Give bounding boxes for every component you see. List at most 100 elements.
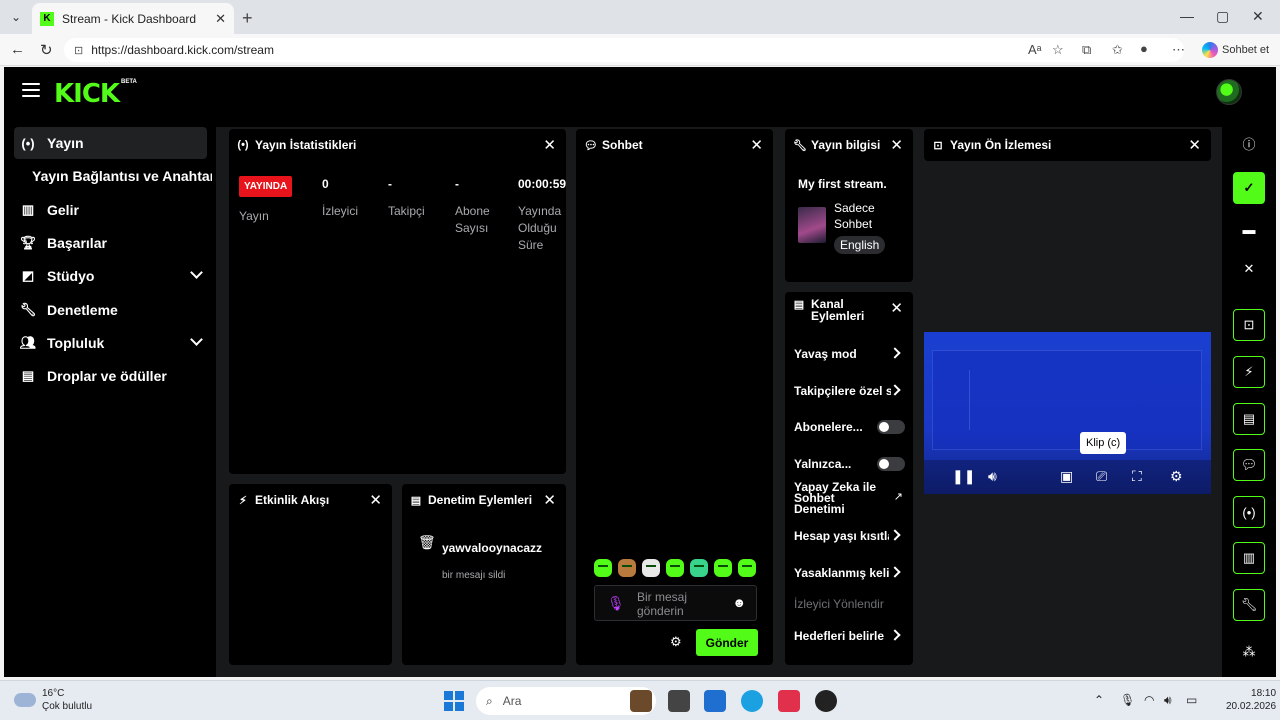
- chat-widget-icon[interactable]: 💬︎: [1233, 449, 1265, 481]
- sidebar-item-stream-key[interactable]: Yayın Bağlantısı ve Anahtarı: [32, 160, 212, 192]
- settings-gear-icon[interactable]: ⚙︎: [1170, 468, 1183, 485]
- emote-icon[interactable]: [642, 559, 660, 577]
- action-banned-words[interactable]: Yasaklanmış kelimeler: [794, 566, 889, 580]
- emote-icon[interactable]: [714, 559, 732, 577]
- tab-close-icon[interactable]: ✕: [215, 11, 226, 27]
- chevron-right-icon[interactable]: [889, 529, 901, 541]
- action-slow-mode[interactable]: Yavaş mod: [794, 347, 894, 361]
- close-icon[interactable]: ✕: [543, 136, 556, 154]
- preview-widget-icon[interactable]: ⊡: [1233, 309, 1265, 341]
- external-link-icon[interactable]: ↗: [894, 490, 903, 503]
- close-icon[interactable]: ✕: [890, 299, 903, 317]
- favorite-star-icon[interactable]: ☆: [1052, 42, 1064, 58]
- subscribers-toggle[interactable]: [877, 420, 905, 434]
- chevron-right-icon[interactable]: [889, 629, 901, 641]
- sidebar-item-denetleme[interactable]: 🔧︎ Denetleme: [14, 294, 207, 326]
- viewers-value: 0: [322, 177, 329, 191]
- action-set-goals[interactable]: Hedefleri belirle: [794, 629, 886, 643]
- sidebar-item-gelir[interactable]: ▥ Gelir: [14, 194, 207, 226]
- emote-icon[interactable]: [690, 559, 708, 577]
- info-icon[interactable]: ⓘ: [1233, 127, 1265, 159]
- fullscreen-icon[interactable]: ⛶: [1132, 468, 1142, 485]
- chevron-right-icon[interactable]: [889, 384, 901, 396]
- action-ai-moderation[interactable]: Yapay Zeka ile Sohbet Denetimi: [794, 481, 884, 515]
- layout-icon[interactable]: ▬: [1233, 213, 1265, 245]
- close-icon[interactable]: ✕: [369, 491, 382, 509]
- tray-chevron-up-icon[interactable]: ⌃: [1094, 693, 1104, 707]
- channel-actions-widget-icon[interactable]: ▥: [1233, 542, 1265, 574]
- category-name[interactable]: Sadece Sohbet: [834, 200, 894, 232]
- close-icon[interactable]: ✕: [1188, 136, 1201, 154]
- hamburger-menu-icon[interactable]: [22, 83, 40, 97]
- read-aloud-icon[interactable]: Aᵃ: [1028, 42, 1042, 57]
- sidebar-item-topluluk[interactable]: 👥︎ Topluluk: [14, 327, 207, 359]
- taskbar-search[interactable]: ⌕ Ara: [476, 687, 656, 715]
- action-account-age[interactable]: Hesap yaşı kısıtlaması: [794, 529, 889, 543]
- user-avatar[interactable]: [1216, 79, 1242, 105]
- weather-widget[interactable]: 16°C Çok bulutlu: [14, 687, 92, 713]
- close-layout-icon[interactable]: ✕: [1233, 253, 1265, 285]
- broadcast-widget-icon[interactable]: (•): [1233, 496, 1265, 528]
- emoji-icon[interactable]: ☻: [732, 595, 746, 610]
- store-icon[interactable]: [704, 690, 726, 712]
- volume-icon[interactable]: 🔊︎: [988, 468, 997, 485]
- emote-icon[interactable]: [738, 559, 756, 577]
- taskbar-clock[interactable]: 18:10 20.02.2026: [1226, 687, 1276, 713]
- close-icon[interactable]: ✕: [890, 136, 903, 154]
- check-button[interactable]: ✓: [1233, 172, 1265, 204]
- tab-menu-chevron-icon[interactable]: ⌄: [4, 5, 28, 29]
- battery-icon[interactable]: ▭: [1186, 693, 1197, 707]
- minimize-icon[interactable]: —: [1180, 8, 1194, 24]
- sidebar-item-droplar[interactable]: ▤ Droplar ve ödüller: [14, 360, 207, 392]
- maximize-icon[interactable]: ▢: [1216, 8, 1229, 25]
- file-explorer-icon[interactable]: [668, 690, 690, 712]
- pause-icon[interactable]: ❚❚: [952, 468, 975, 485]
- window-close-icon[interactable]: ✕: [1252, 8, 1264, 25]
- copilot-button[interactable]: Sohbet et: [1198, 38, 1274, 62]
- microphone-icon[interactable]: 🎙︎: [607, 595, 625, 612]
- only-toggle[interactable]: [877, 457, 905, 471]
- send-button[interactable]: Gönder: [696, 629, 758, 656]
- browser-tab[interactable]: K Stream - Kick Dashboard ✕: [32, 3, 234, 34]
- taskbar-app-icon[interactable]: [630, 690, 652, 712]
- sidebar-item-studyo[interactable]: ◩ Stüdyo: [14, 260, 207, 292]
- lightning-widget-icon[interactable]: ⚡︎: [1233, 356, 1265, 388]
- profile-icon[interactable]: ●: [1140, 41, 1148, 56]
- chat-message-input[interactable]: 🎙︎ Bir mesaj gönderin ☻: [594, 585, 757, 621]
- more-menu-icon[interactable]: ⋯: [1172, 42, 1185, 58]
- speaker-icon[interactable]: 🔊︎: [1164, 693, 1172, 708]
- sidebar-item-yayin[interactable]: (•) Yayın: [14, 127, 207, 159]
- mod-entry-user[interactable]: yawvalooynacazz: [442, 541, 554, 555]
- obs-icon[interactable]: [815, 690, 837, 712]
- pocket-icon[interactable]: [778, 690, 800, 712]
- clip-icon[interactable]: ⎚: [1096, 468, 1107, 485]
- extensions-icon[interactable]: ⧉: [1082, 42, 1091, 58]
- trophy-icon: 🏆︎: [19, 235, 37, 250]
- close-icon[interactable]: ✕: [543, 491, 556, 509]
- new-tab-plus-icon[interactable]: +: [242, 8, 253, 29]
- windows-start-icon[interactable]: [444, 691, 464, 711]
- stream-preview-video[interactable]: ❚❚ 🔊︎ ▣ ⎚ ⛶ ⚙︎: [924, 332, 1211, 494]
- apps-icon[interactable]: ⁂: [1233, 636, 1265, 668]
- chat-settings-gear-icon[interactable]: ⚙︎: [670, 634, 682, 650]
- theater-mode-icon[interactable]: ▣: [1060, 468, 1073, 485]
- kick-logo[interactable]: KICK: [54, 79, 120, 109]
- back-arrow-icon[interactable]: ←: [10, 41, 25, 58]
- site-info-icon[interactable]: ⊡: [74, 44, 83, 57]
- sidebar-item-basarilar[interactable]: 🏆︎ Başarılar: [14, 227, 207, 259]
- chevron-right-icon[interactable]: [889, 566, 901, 578]
- search-placeholder: Ara: [502, 694, 522, 708]
- favorites-icon[interactable]: ✩: [1112, 42, 1123, 58]
- action-followers-only[interactable]: Takipçilere özel sohbet: [794, 384, 891, 398]
- emote-icon[interactable]: [618, 559, 636, 577]
- emote-icon[interactable]: [594, 559, 612, 577]
- edge-icon[interactable]: [741, 690, 763, 712]
- wrench-widget-icon[interactable]: 🔧︎: [1233, 589, 1265, 621]
- close-icon[interactable]: ✕: [750, 136, 763, 154]
- microphone-icon[interactable]: 🎙︎: [1120, 693, 1135, 707]
- refresh-icon[interactable]: ↻: [40, 41, 53, 59]
- wifi-icon[interactable]: ◠: [1144, 693, 1154, 707]
- document-widget-icon[interactable]: ▤: [1233, 403, 1265, 435]
- url-field[interactable]: ⊡ https://dashboard.kick.com/stream: [64, 38, 1184, 62]
- emote-icon[interactable]: [666, 559, 684, 577]
